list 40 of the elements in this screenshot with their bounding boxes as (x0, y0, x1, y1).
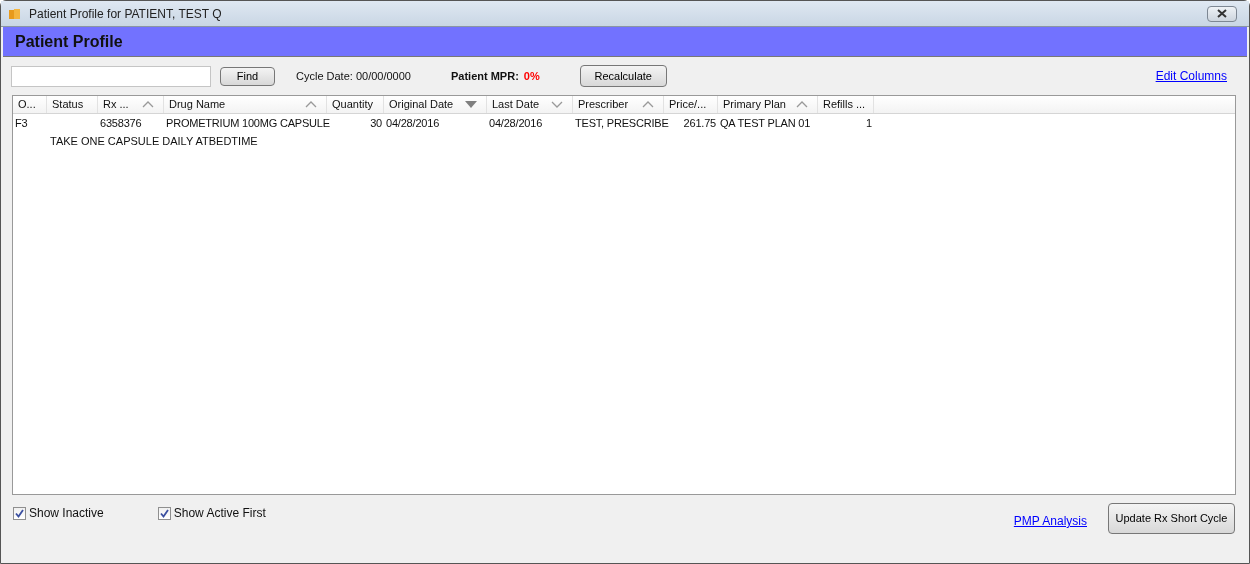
column-header[interactable]: Status (52, 96, 84, 113)
table-cell-text: 04/28/2016 (386, 115, 440, 131)
checkbox[interactable] (157, 506, 171, 520)
checkbox-label[interactable]: Show Inactive (29, 504, 104, 522)
column-header[interactable]: Last Date (492, 96, 540, 113)
column-header[interactable]: Original Date (389, 96, 454, 113)
table-cell-text: 1 (866, 115, 872, 131)
table-cell-text: 04/28/2016 (489, 115, 543, 131)
cycle-date-label: Cycle Date: 00/00/0000 (296, 68, 411, 84)
update-short-cycle-button[interactable]: Update Rx Short Cycle (1108, 503, 1235, 534)
column-header[interactable]: Refills ... (823, 96, 866, 113)
recalculate-button[interactable]: Recalculate (579, 65, 667, 87)
search-field[interactable] (11, 65, 211, 87)
table-cell-text: F3 (15, 115, 28, 131)
mpr-value: 0% (523, 68, 540, 84)
column-header[interactable]: Price/... (669, 96, 707, 113)
find-button[interactable]: Find (220, 66, 275, 86)
checkbox[interactable] (13, 506, 26, 520)
app-icon (9, 7, 21, 20)
mpr-label: Patient MPR: (450, 68, 519, 84)
window-title: Patient Profile for PATIENT, TEST Q (29, 5, 222, 23)
column-header[interactable]: Primary Plan (723, 96, 786, 113)
pmp-analysis-link[interactable]: PMP Analysis (1013, 512, 1087, 530)
column-header[interactable]: Rx ... (103, 96, 129, 113)
table-cell-text: 6358376 (100, 115, 142, 131)
table-cell-text: QA TEST PLAN 01 (720, 115, 811, 131)
checkbox-label[interactable]: Show Active First (173, 504, 266, 522)
panel-title: Patient Profile (15, 31, 123, 52)
table-cell-text: 30 (370, 115, 382, 131)
table-cell-text: 261.75 (683, 115, 716, 131)
column-header[interactable]: O... (18, 96, 36, 113)
close-button[interactable] (1207, 5, 1237, 22)
table-cell-text: PROMETRIUM 100MG CAPSULE (166, 115, 330, 131)
close-icon (1216, 9, 1228, 18)
column-header[interactable]: Prescriber (578, 96, 629, 113)
edit-columns-link[interactable]: Edit Columns (1155, 67, 1227, 85)
sig-note: TAKE ONE CAPSULE DAILY ATBEDTIME (50, 133, 258, 149)
column-header[interactable]: Quantity (332, 96, 373, 113)
column-header[interactable]: Drug Name (169, 96, 226, 113)
table-cell-text: TEST, PRESCRIBE (575, 115, 669, 131)
